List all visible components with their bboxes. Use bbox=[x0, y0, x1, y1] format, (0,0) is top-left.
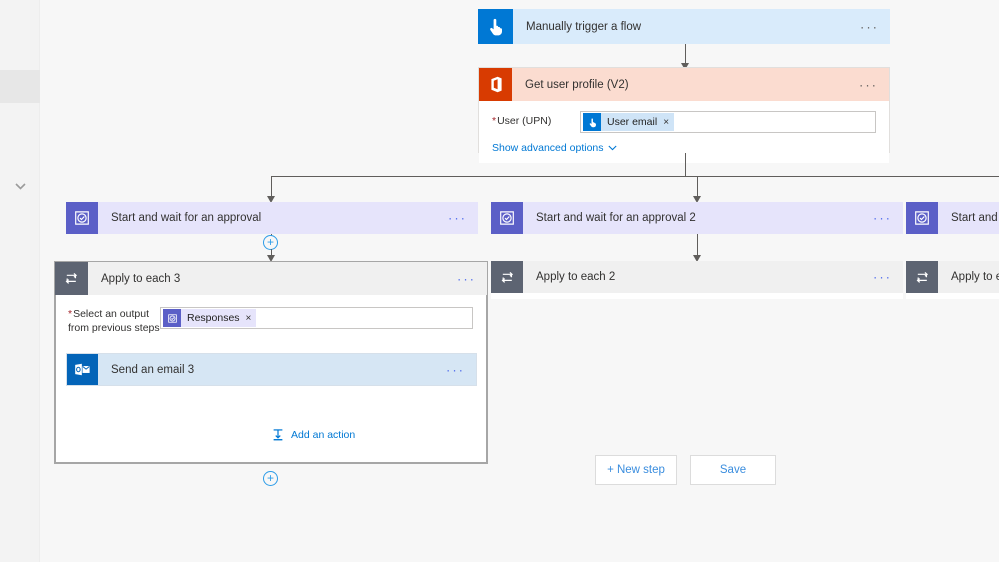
trigger-card-header[interactable]: Manually trigger a flow ··· bbox=[478, 9, 890, 44]
approval-1-title: Start and wait for an approval bbox=[111, 212, 262, 224]
branch-drop-2 bbox=[697, 176, 698, 198]
apply-to-each-3b-header[interactable]: Apply to each bbox=[906, 261, 999, 293]
apply-to-each-loop-icon bbox=[55, 262, 88, 295]
apply-to-each-2-title: Apply to each 2 bbox=[536, 271, 616, 283]
left-rail bbox=[0, 0, 40, 562]
approval-3-header[interactable]: Start and wait bbox=[906, 202, 999, 234]
approval-card-3[interactable]: Start and wait bbox=[906, 202, 999, 234]
save-button[interactable]: Save bbox=[690, 455, 776, 485]
outlook-icon bbox=[67, 354, 98, 385]
get-user-profile-body: *User (UPN) User email × Show advanced o… bbox=[479, 101, 889, 163]
power-automate-designer: Manually trigger a flow ··· Get user pro… bbox=[0, 0, 999, 562]
get-user-profile-card[interactable]: Get user profile (V2) ··· *User (UPN) Us… bbox=[478, 67, 890, 163]
approvals-icon bbox=[66, 202, 98, 234]
responses-token[interactable]: Responses × bbox=[163, 309, 257, 327]
flow-canvas: Manually trigger a flow ··· Get user pro… bbox=[40, 0, 999, 562]
insert-step-button-1[interactable]: + bbox=[263, 235, 278, 250]
apply-to-each-3b-body bbox=[906, 293, 999, 299]
approvals-icon bbox=[906, 202, 938, 234]
show-advanced-options-link[interactable]: Show advanced options bbox=[479, 133, 617, 163]
user-upn-field-row: *User (UPN) User email × bbox=[479, 101, 889, 133]
approval-2-more-menu[interactable]: ··· bbox=[873, 212, 892, 225]
trigger-title: Manually trigger a flow bbox=[526, 20, 642, 33]
required-asterisk: * bbox=[68, 308, 73, 320]
apply-to-each-2-more-menu[interactable]: ··· bbox=[873, 271, 892, 284]
apply-to-each-3-header[interactable]: Apply to each 3 ··· bbox=[55, 262, 487, 295]
show-advanced-options-label: Show advanced options bbox=[492, 142, 604, 154]
connector-line bbox=[685, 44, 686, 65]
user-upn-label: *User (UPN) bbox=[492, 111, 580, 133]
office365-users-icon bbox=[479, 68, 512, 101]
trigger-more-menu[interactable]: ··· bbox=[860, 20, 879, 33]
user-email-token[interactable]: User email × bbox=[583, 113, 675, 131]
approval-2-header[interactable]: Start and wait for an approval 2 ··· bbox=[491, 202, 903, 234]
add-an-action-label: Add an action bbox=[291, 429, 356, 441]
select-output-input[interactable]: Responses × bbox=[160, 307, 473, 329]
get-user-profile-more-menu[interactable]: ··· bbox=[859, 78, 878, 91]
approval-3-title: Start and wait bbox=[951, 212, 999, 224]
send-an-email-3-more-menu[interactable]: ··· bbox=[446, 363, 465, 376]
approvals-icon bbox=[163, 309, 181, 327]
apply-to-each-2-body bbox=[491, 293, 903, 299]
branch-bar-line bbox=[271, 176, 999, 177]
new-step-button[interactable]: + New step bbox=[595, 455, 677, 485]
required-asterisk: * bbox=[492, 115, 497, 127]
approvals-icon bbox=[491, 202, 523, 234]
user-email-token-label: User email bbox=[607, 116, 658, 128]
approval-card-1[interactable]: Start and wait for an approval ··· bbox=[66, 202, 478, 234]
apply-to-each-loop-icon bbox=[491, 261, 523, 293]
approval-1-header[interactable]: Start and wait for an approval ··· bbox=[66, 202, 478, 234]
manual-trigger-hand-icon bbox=[583, 113, 601, 131]
send-an-email-3-header[interactable]: Send an email 3 ··· bbox=[67, 354, 476, 385]
approval-1-more-menu[interactable]: ··· bbox=[448, 212, 467, 225]
add-an-action-button[interactable]: Add an action bbox=[271, 428, 355, 442]
get-user-profile-header[interactable]: Get user profile (V2) ··· bbox=[479, 68, 889, 101]
chevron-down-icon[interactable] bbox=[0, 176, 40, 196]
send-an-email-3-card[interactable]: Send an email 3 ··· bbox=[66, 353, 477, 386]
approval-card-2[interactable]: Start and wait for an approval 2 ··· bbox=[491, 202, 903, 234]
manual-trigger-hand-icon bbox=[478, 9, 513, 44]
user-upn-label-text: User (UPN) bbox=[497, 115, 552, 127]
apply-to-each-card-3[interactable]: Apply to each bbox=[906, 261, 999, 299]
get-user-profile-title: Get user profile (V2) bbox=[525, 78, 629, 91]
chevron-down-icon bbox=[607, 145, 617, 151]
user-email-token-remove[interactable]: × bbox=[663, 117, 669, 128]
connector-line bbox=[697, 234, 698, 257]
apply-to-each-3-title: Apply to each 3 bbox=[101, 272, 181, 285]
responses-token-label: Responses bbox=[187, 312, 240, 324]
select-output-field-row: *Select an output from previous steps Re… bbox=[55, 295, 487, 335]
user-upn-input[interactable]: User email × bbox=[580, 111, 876, 133]
select-output-label: *Select an output from previous steps bbox=[68, 307, 160, 335]
apply-to-each-3-card[interactable]: Apply to each 3 ··· *Select an output fr… bbox=[54, 261, 488, 464]
insert-step-button-2[interactable]: + bbox=[263, 471, 278, 486]
rail-active-item[interactable] bbox=[0, 70, 40, 103]
apply-to-each-3-more-menu[interactable]: ··· bbox=[457, 272, 476, 285]
apply-to-each-3b-title: Apply to each bbox=[951, 271, 999, 283]
apply-to-each-2-card[interactable]: Apply to each 2 ··· bbox=[491, 261, 903, 299]
branch-stem-line bbox=[685, 153, 686, 176]
trigger-card[interactable]: Manually trigger a flow ··· bbox=[478, 9, 890, 44]
apply-to-each-loop-icon bbox=[906, 261, 938, 293]
apply-to-each-2-header[interactable]: Apply to each 2 ··· bbox=[491, 261, 903, 293]
send-an-email-3-title: Send an email 3 bbox=[111, 363, 195, 376]
approval-2-title: Start and wait for an approval 2 bbox=[536, 212, 696, 224]
branch-drop-1 bbox=[271, 176, 272, 198]
responses-token-remove[interactable]: × bbox=[246, 313, 252, 324]
select-output-label-text: Select an output from previous steps bbox=[68, 308, 160, 334]
add-action-icon bbox=[273, 429, 283, 441]
